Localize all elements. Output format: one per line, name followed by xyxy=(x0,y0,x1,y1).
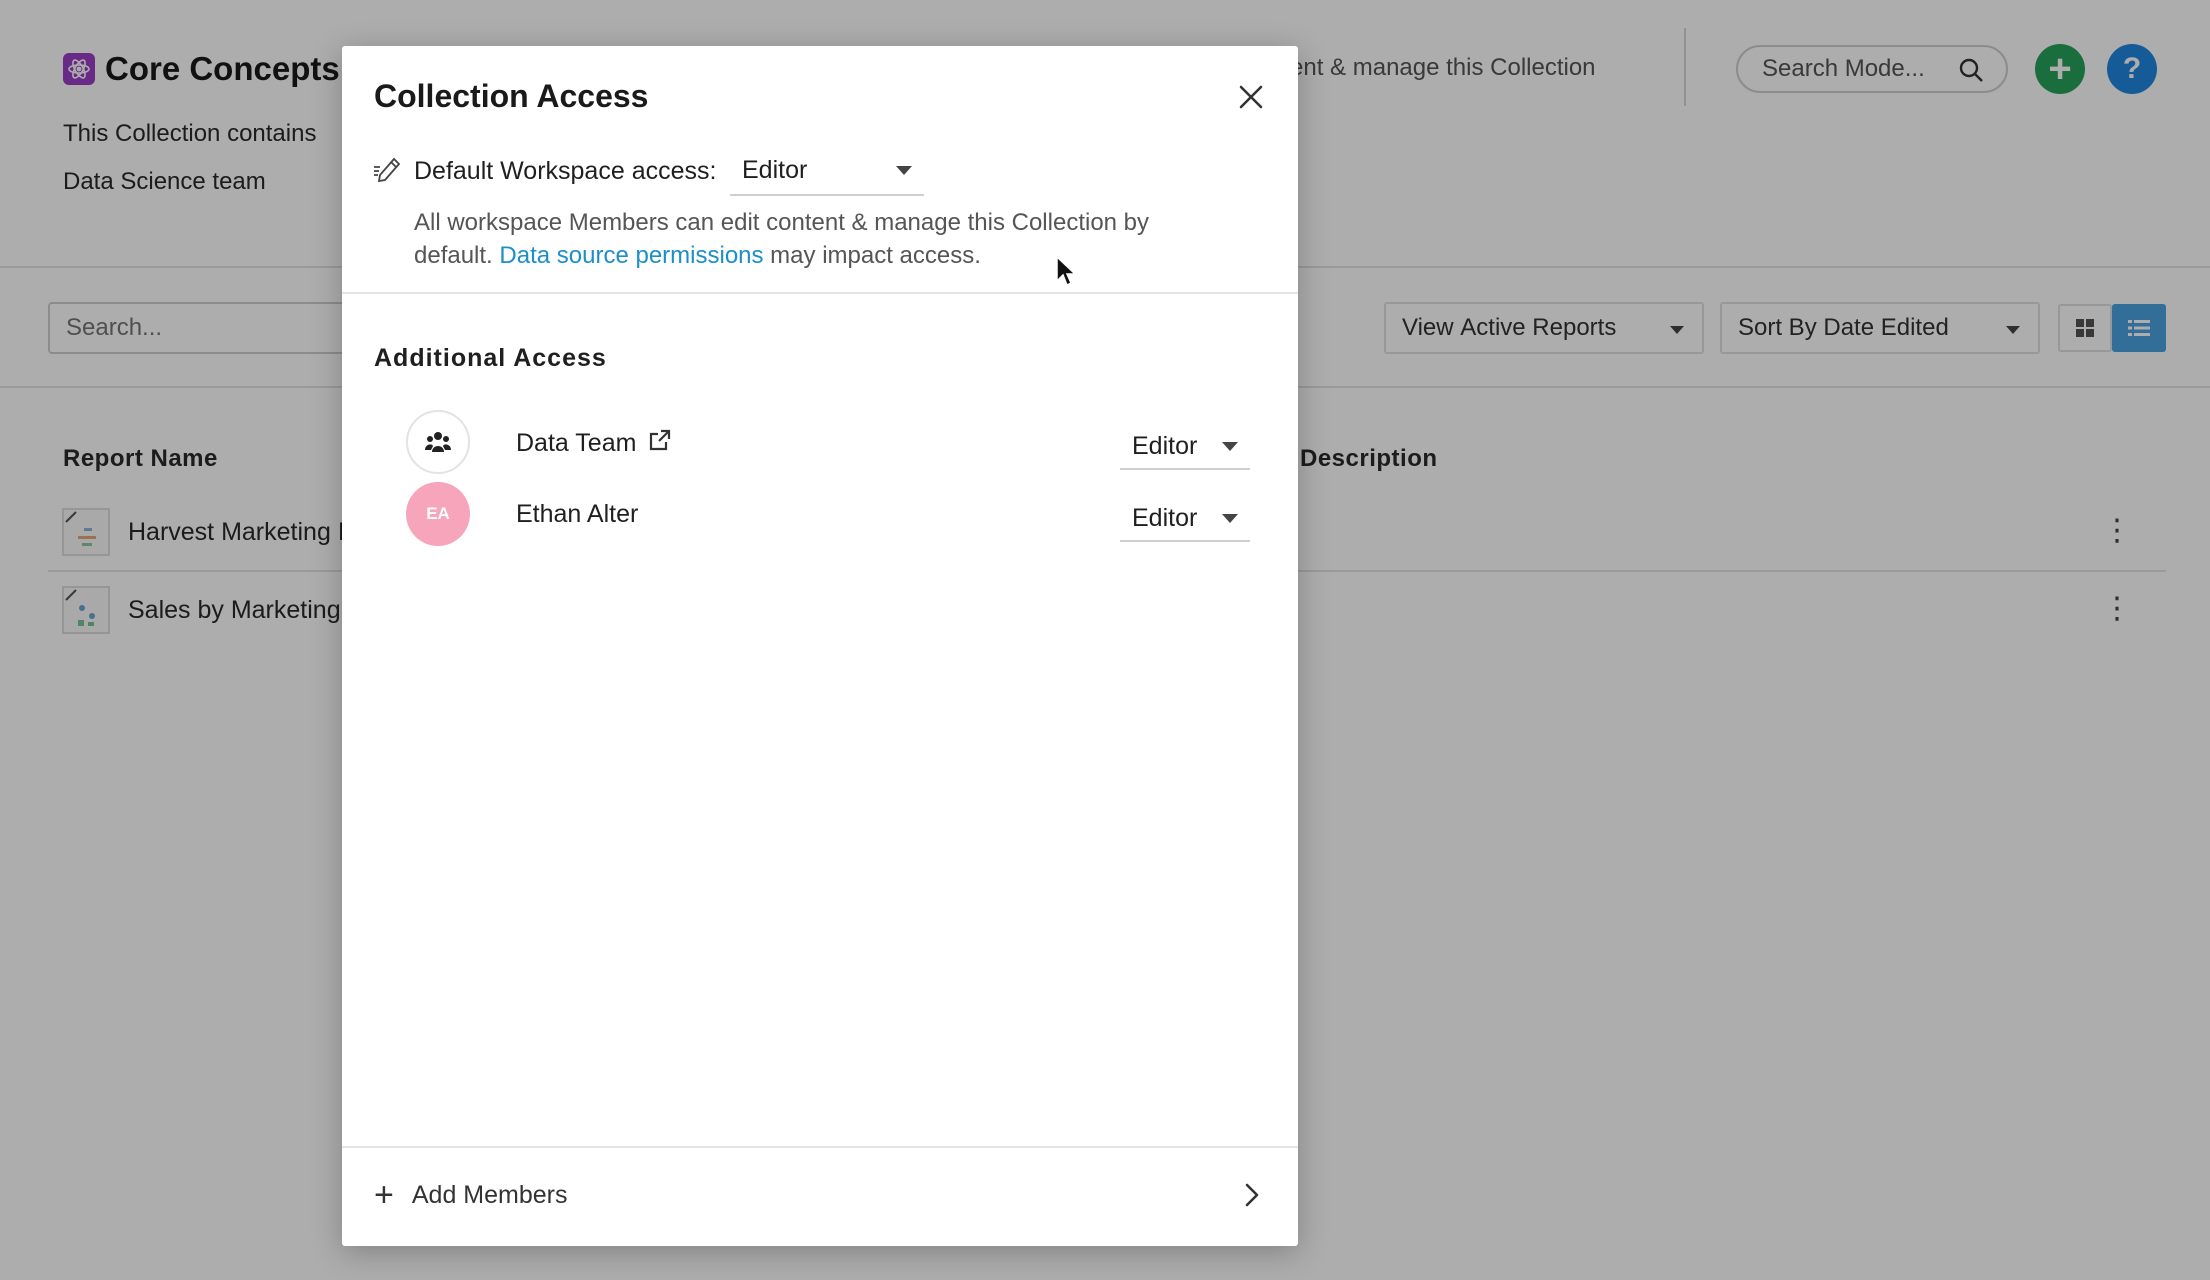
member-row: Data Team Editor xyxy=(406,410,1268,476)
data-source-permissions-link[interactable]: Data source permissions xyxy=(499,242,763,269)
plus-icon: + xyxy=(374,1176,394,1214)
external-link-icon[interactable] xyxy=(648,428,672,459)
additional-access-title: Additional Access xyxy=(374,344,607,372)
default-access-select[interactable]: Editor xyxy=(730,146,924,196)
member-name-text: Data Team xyxy=(516,429,637,457)
collection-access-modal: Collection Access Default Workspace acce… xyxy=(342,46,1298,1246)
member-role-select[interactable]: Editor xyxy=(1120,424,1250,470)
modal-title: Collection Access xyxy=(374,78,649,114)
member-name-text: Ethan Alter xyxy=(516,500,639,528)
close-icon[interactable] xyxy=(1236,82,1266,112)
access-info-text-after: may impact access. xyxy=(763,242,981,269)
team-icon xyxy=(406,410,470,474)
chevron-right-icon xyxy=(1242,1182,1262,1213)
default-access-value: Editor xyxy=(742,155,808,184)
avatar: EA xyxy=(406,482,470,546)
mouse-cursor-icon xyxy=(1055,255,1079,294)
default-access-label: Default Workspace access: xyxy=(414,156,717,185)
modal-divider xyxy=(342,292,1298,294)
access-info-text: All workspace Members can edit content &… xyxy=(414,206,1234,272)
member-row: EA Ethan Alter Editor xyxy=(406,482,1268,548)
member-role-value: Editor xyxy=(1132,431,1198,460)
member-role-select[interactable]: Editor xyxy=(1120,496,1250,542)
member-role-value: Editor xyxy=(1132,503,1198,532)
chevron-down-icon xyxy=(1222,442,1238,451)
member-name: Data Team xyxy=(516,428,672,459)
member-name: Ethan Alter xyxy=(516,500,638,529)
chevron-down-icon xyxy=(896,166,912,175)
add-members-label: Add Members xyxy=(411,1180,568,1209)
edit-pencil-icon xyxy=(372,153,404,190)
footer-divider xyxy=(342,1146,1298,1148)
add-members-button[interactable]: + Add Members xyxy=(374,1164,1266,1226)
default-access-row: Default Workspace access: xyxy=(372,146,716,196)
chevron-down-icon xyxy=(1222,514,1238,523)
